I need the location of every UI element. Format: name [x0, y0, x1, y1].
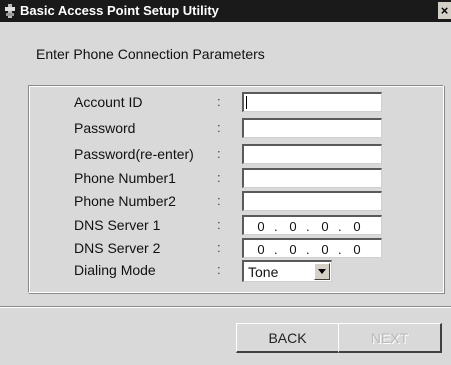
dialing-mode-value: Tone — [248, 264, 279, 280]
dns1-octet-4[interactable]: 0 — [348, 219, 366, 234]
separator: : — [217, 240, 221, 255]
next-button-label: NEXT — [370, 330, 409, 346]
separator: : — [217, 170, 221, 185]
setup-window: Basic Access Point Setup Utility × Enter… — [0, 0, 451, 365]
phone-number1-input[interactable] — [242, 168, 382, 188]
separator: : — [217, 262, 221, 277]
dns-server2-row: DNS Server 2 : 0 . 0 . 0 . 0 — [0, 238, 451, 260]
dns2-octet-2[interactable]: 0 — [284, 242, 302, 257]
chevron-down-icon — [318, 269, 326, 274]
separator: : — [217, 217, 221, 232]
dns-server1-row: DNS Server 1 : 0 . 0 . 0 . 0 — [0, 215, 451, 237]
phone-number2-label: Phone Number2 — [74, 193, 176, 209]
page-prompt: Enter Phone Connection Parameters — [36, 46, 265, 62]
password-reenter-label: Password(re-enter) — [74, 146, 194, 162]
footer-divider — [0, 306, 451, 308]
network-plug-icon — [5, 4, 15, 18]
password-label: Password — [74, 120, 136, 136]
octet-dot: . — [338, 219, 342, 234]
dns2-octet-3[interactable]: 0 — [316, 242, 334, 257]
separator: : — [217, 94, 221, 109]
dns-server1-input[interactable]: 0 . 0 . 0 . 0 — [242, 215, 382, 235]
phone-number2-input[interactable] — [242, 191, 382, 211]
phone-number1-row: Phone Number1 : — [0, 168, 451, 190]
dropdown-button[interactable] — [314, 263, 330, 280]
title-bar[interactable]: Basic Access Point Setup Utility × — [0, 0, 451, 22]
octet-dot: . — [274, 242, 278, 257]
password-row: Password : — [0, 118, 451, 140]
text-caret — [246, 96, 247, 109]
password-input[interactable] — [242, 118, 382, 138]
dns-server1-label: DNS Server 1 — [74, 217, 161, 233]
close-button[interactable]: × — [438, 2, 451, 19]
separator: : — [217, 120, 221, 135]
separator: : — [217, 193, 221, 208]
dns1-octet-1[interactable]: 0 — [252, 219, 270, 234]
account-id-input[interactable] — [242, 92, 382, 112]
next-button[interactable]: NEXT — [338, 323, 442, 353]
dns2-octet-4[interactable]: 0 — [348, 242, 366, 257]
password-reenter-row: Password(re-enter) : — [0, 144, 451, 166]
dialing-mode-label: Dialing Mode — [74, 262, 156, 278]
dns-server2-input[interactable]: 0 . 0 . 0 . 0 — [242, 238, 382, 258]
octet-dot: . — [306, 242, 310, 257]
dialing-mode-select[interactable]: Tone — [242, 260, 332, 282]
octet-dot: . — [306, 219, 310, 234]
window-title: Basic Access Point Setup Utility — [20, 3, 219, 18]
back-button[interactable]: BACK — [236, 323, 340, 353]
password-reenter-input[interactable] — [242, 144, 382, 164]
dns1-octet-2[interactable]: 0 — [284, 219, 302, 234]
account-id-row: Account ID : — [0, 92, 451, 114]
dialing-mode-row: Dialing Mode : Tone — [0, 260, 451, 282]
dns2-octet-1[interactable]: 0 — [252, 242, 270, 257]
octet-dot: . — [274, 219, 278, 234]
separator: : — [217, 146, 221, 161]
phone-number1-label: Phone Number1 — [74, 170, 176, 186]
octet-dot: . — [338, 242, 342, 257]
dns-server2-label: DNS Server 2 — [74, 240, 161, 256]
account-id-label: Account ID — [74, 94, 143, 110]
close-icon: × — [440, 3, 449, 18]
phone-number2-row: Phone Number2 : — [0, 191, 451, 213]
dns1-octet-3[interactable]: 0 — [316, 219, 334, 234]
